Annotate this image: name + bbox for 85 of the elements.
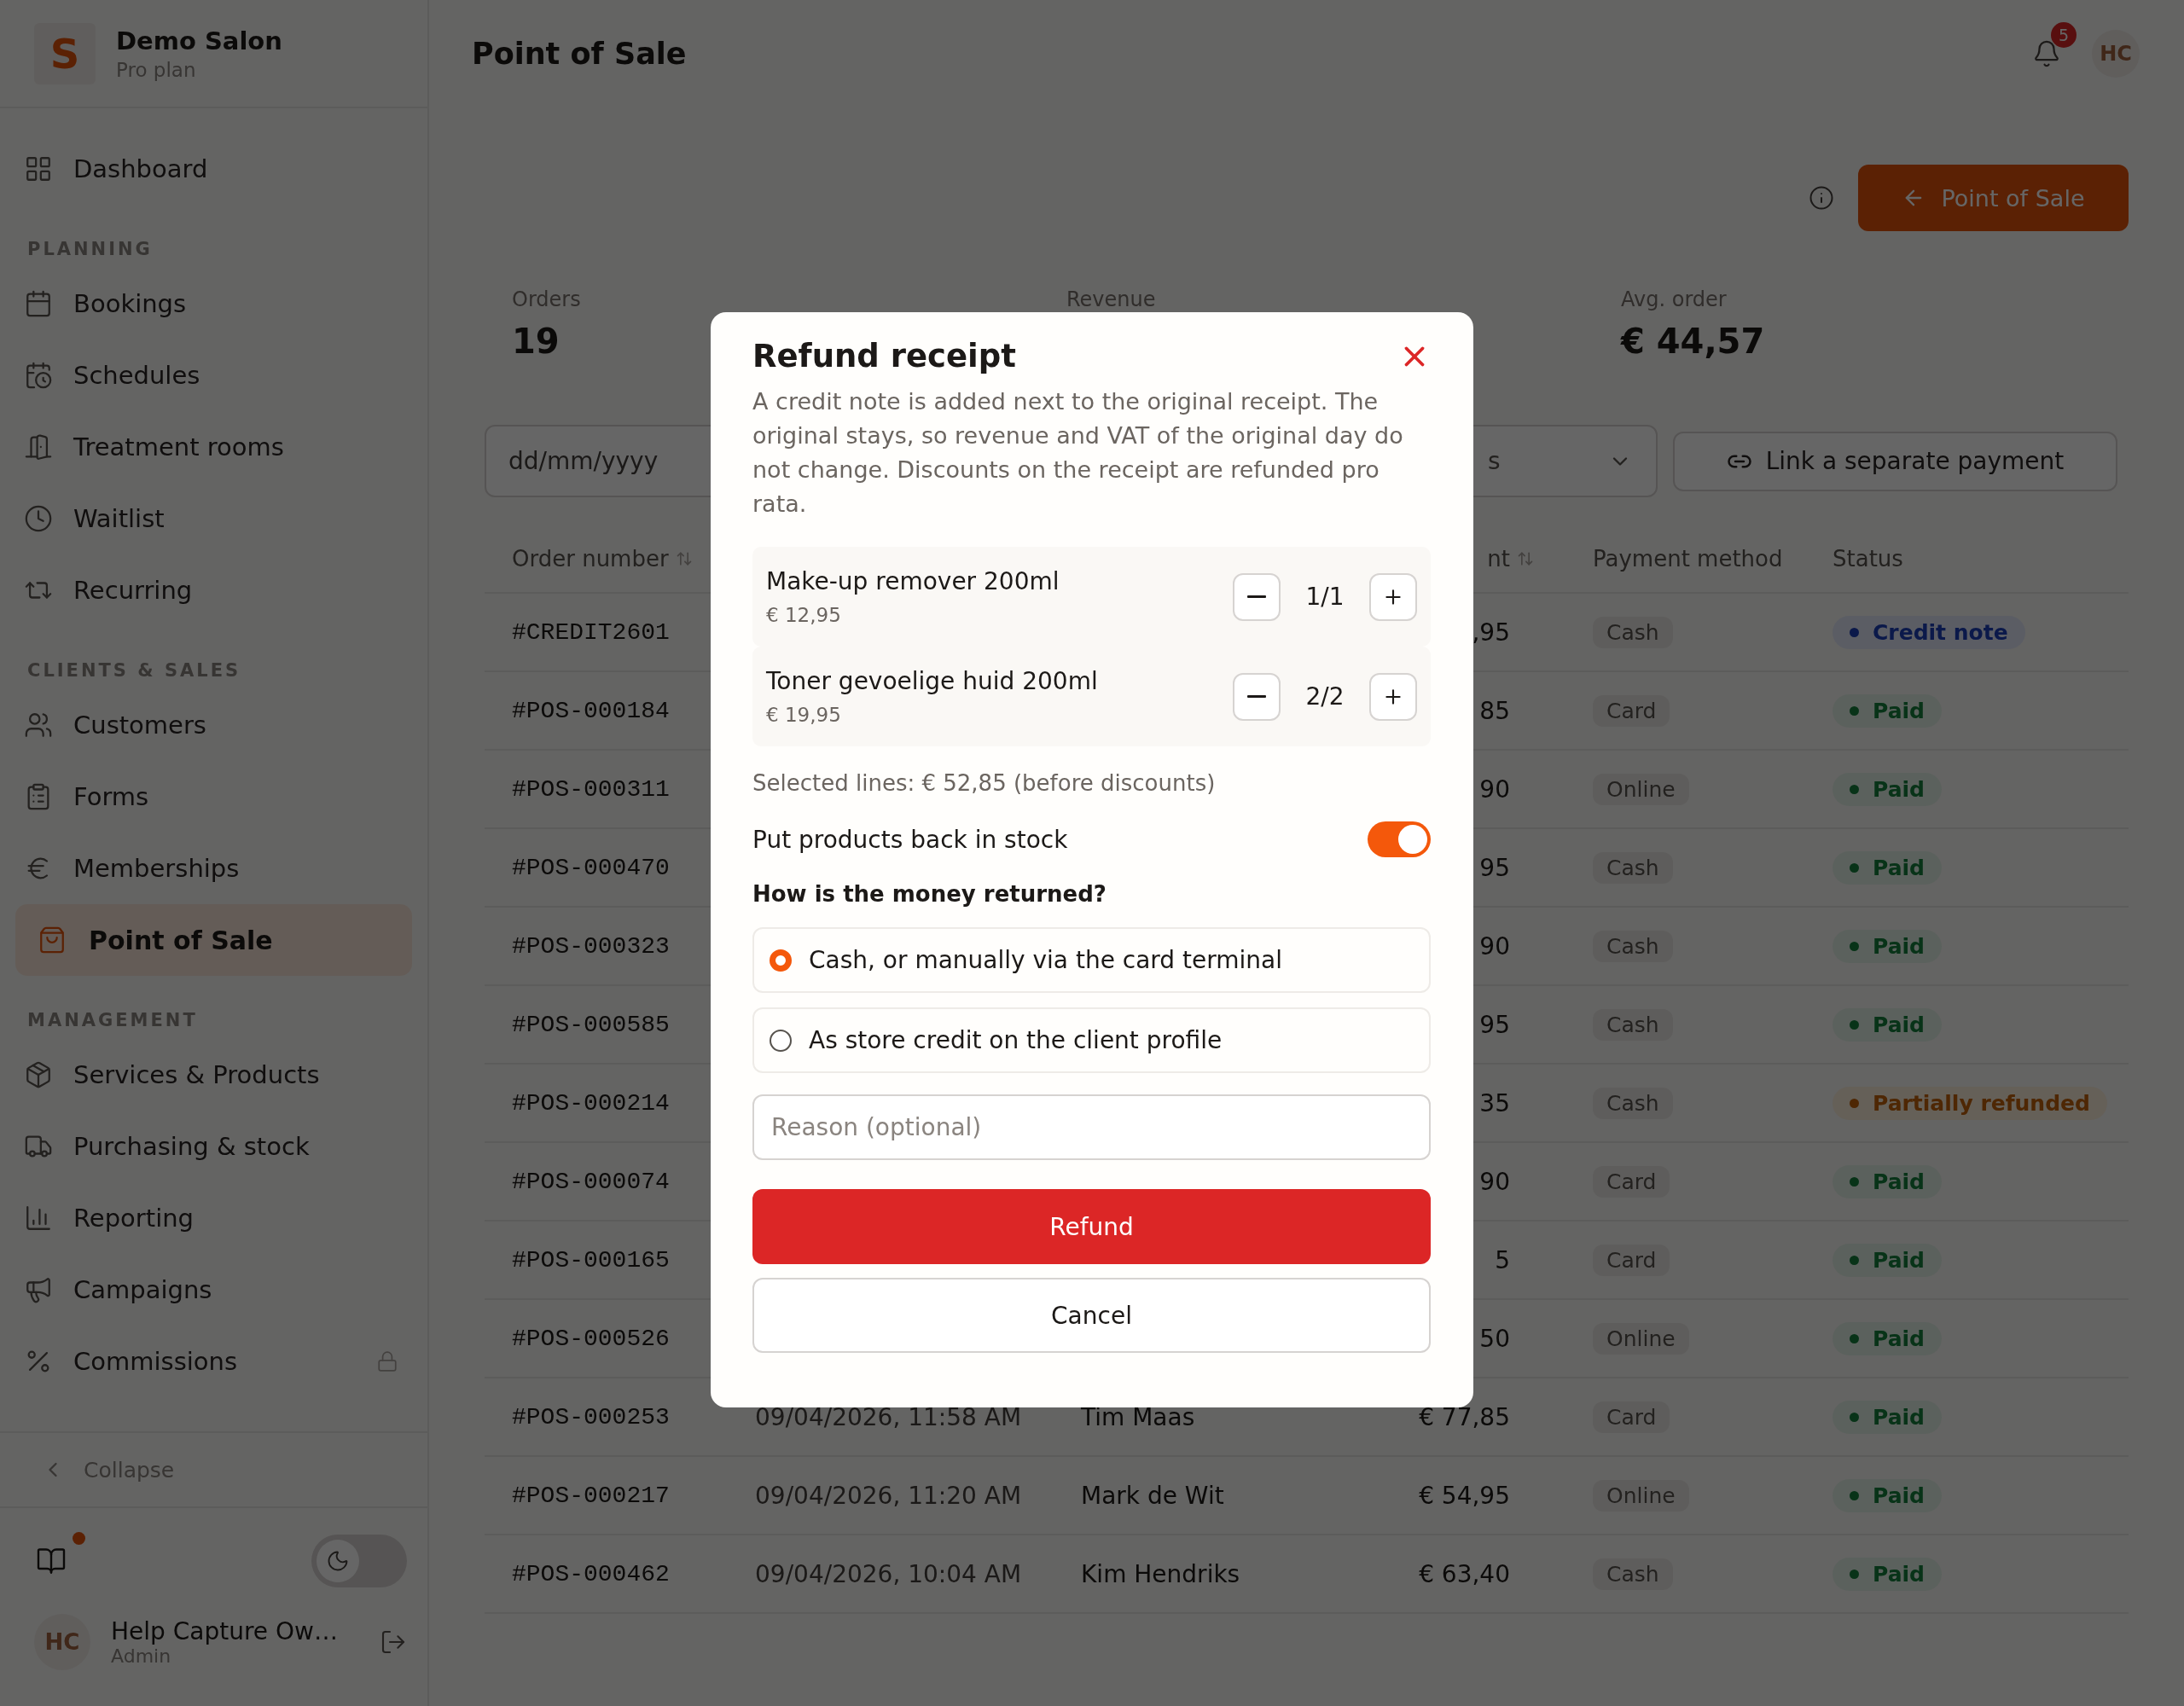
notification-count: 5: [2051, 21, 2077, 48]
stat-label: Orders: [512, 287, 581, 312]
status-text: Paid: [1873, 1169, 1925, 1194]
order-number: #POS-000462: [512, 1560, 671, 1587]
stat-value: € 44,57: [1621, 321, 1765, 362]
order-date: 09/04/2026, 10:04 AM: [755, 1559, 1023, 1588]
quantity: 1/1: [1304, 583, 1345, 611]
restock-label: Put products back in stock: [752, 825, 1068, 854]
status-text: Paid: [1873, 855, 1925, 880]
payment-method-tag: Cash: [1593, 1008, 1673, 1041]
status-text: Paid: [1873, 1561, 1925, 1587]
stat-label: Revenue: [1066, 287, 1156, 312]
status-text: Paid: [1873, 1404, 1925, 1430]
order-amount: 95: [1479, 1010, 1510, 1039]
status-text: Paid: [1873, 1247, 1925, 1273]
order-number: #POS-000074: [512, 1168, 671, 1195]
order-number: #POS-000526: [512, 1325, 671, 1352]
client-name: Kim Hendriks: [1081, 1559, 1241, 1588]
user-avatar: HC: [34, 1614, 90, 1670]
order-amount: ,95: [1472, 618, 1510, 647]
status-text: Partially refunded: [1873, 1090, 2090, 1116]
order-amount: 90: [1479, 1167, 1510, 1196]
client-name: Mark de Wit: [1081, 1481, 1225, 1510]
stat-value: 19: [512, 321, 560, 362]
column-header: Payment method: [1593, 546, 1783, 572]
order-amount: 50: [1479, 1324, 1510, 1353]
user-name: Help Capture Ow…: [111, 1617, 339, 1645]
payment-method-tag: Card: [1593, 1244, 1670, 1276]
order-number: #POS-000253: [512, 1403, 671, 1430]
payment-method-tag: Cash: [1593, 930, 1673, 962]
order-number: #POS-000470: [512, 854, 671, 881]
order-date: 09/04/2026, 11:20 AM: [755, 1481, 1023, 1510]
order-number: #POS-000214: [512, 1089, 671, 1117]
order-number: #POS-000184: [512, 697, 671, 724]
quantity: 2/2: [1304, 682, 1345, 711]
product-price: € 19,95: [766, 704, 842, 726]
order-amount: 85: [1479, 696, 1510, 725]
order-number: #POS-000217: [512, 1482, 671, 1509]
order-number: #POS-000311: [512, 775, 671, 803]
dialog-title: Refund receipt: [752, 338, 1016, 374]
product-name: Make-up remover 200ml: [766, 567, 1060, 595]
payment-method-tag: Cash: [1593, 851, 1673, 884]
selected-total: Selected lines: € 52,85 (before discounts): [752, 770, 1217, 796]
payment-method-tag: Cash: [1593, 1558, 1673, 1590]
client-name: Tim Maas: [1081, 1402, 1196, 1431]
payment-method-tag: Online: [1593, 773, 1689, 805]
status-text: Paid: [1873, 698, 1925, 723]
order-amount: 95: [1479, 853, 1510, 882]
refund-method-question: How is the money returned?: [752, 881, 1107, 907]
column-header: Status: [1833, 546, 1903, 572]
payment-method-tag: Cash: [1593, 616, 1673, 648]
payment-method-tag: Online: [1593, 1322, 1689, 1355]
payment-method-tag: Card: [1593, 1165, 1670, 1198]
option-label: Cash, or manually via the card terminal: [809, 946, 1282, 974]
order-date: 09/04/2026, 11:58 AM: [755, 1402, 1023, 1431]
column-header: Order number: [512, 546, 669, 572]
payment-method-tag: Cash: [1593, 1087, 1673, 1119]
payment-method-tag: Online: [1593, 1479, 1689, 1512]
status-text: Paid: [1873, 1012, 1925, 1037]
payment-method-tag: Card: [1593, 694, 1670, 727]
status-text: Paid: [1873, 933, 1925, 959]
order-number: #POS-000323: [512, 932, 671, 960]
order-number: #POS-000165: [512, 1246, 671, 1274]
status-text: Paid: [1873, 1326, 1925, 1351]
order-amount: € 63,40: [1419, 1559, 1510, 1588]
order-number: #CREDIT2601: [512, 618, 671, 646]
order-amount: € 54,95: [1419, 1481, 1510, 1510]
product-name: Toner gevoelige huid 200ml: [766, 667, 1098, 695]
order-amount: 5: [1495, 1245, 1510, 1274]
status-text: Credit note: [1873, 619, 2008, 645]
order-amount: 35: [1479, 1088, 1510, 1117]
salon-logo: S: [34, 22, 96, 84]
payment-method-tag: Card: [1593, 1401, 1670, 1433]
product-price: € 12,95: [766, 604, 842, 626]
order-amount: 90: [1479, 931, 1510, 960]
order-amount: € 77,85: [1419, 1402, 1510, 1431]
option-label: As store credit on the client profile: [809, 1026, 1223, 1054]
status-text: Paid: [1873, 1483, 1925, 1508]
stat-label: Avg. order: [1621, 287, 1727, 312]
order-number: #POS-000585: [512, 1011, 671, 1038]
salon-name: Demo Salon: [116, 26, 282, 55]
page-title: Point of Sale: [472, 36, 687, 71]
column-header: nt: [1487, 546, 1510, 572]
order-amount: 90: [1479, 775, 1510, 804]
status-text: Paid: [1873, 776, 1925, 802]
